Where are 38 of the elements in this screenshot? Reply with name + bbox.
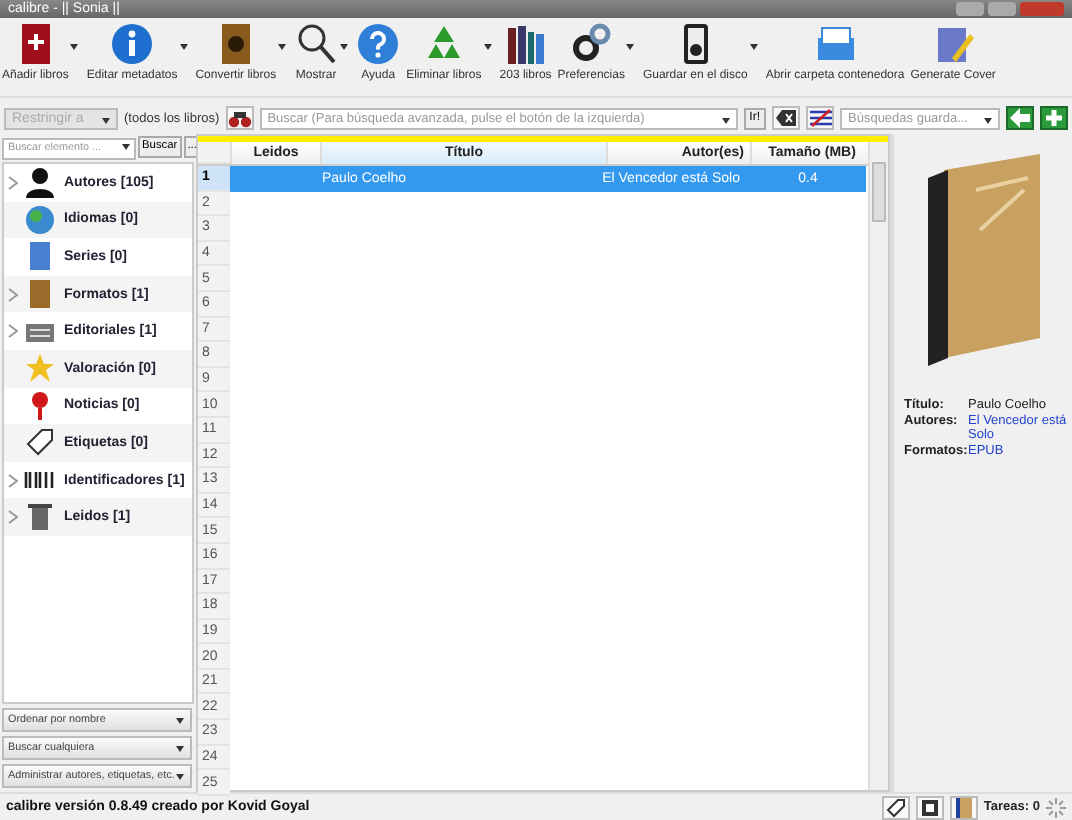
highlight-toggle-button[interactable] [806, 106, 834, 130]
binoculars-icon [227, 109, 252, 127]
dropdown-arrow-icon[interactable] [749, 43, 758, 49]
dropdown-arrow-icon[interactable] [70, 43, 79, 49]
spinner-icon [1046, 797, 1066, 817]
magnifier-icon [294, 22, 339, 66]
advanced-search-button[interactable] [225, 106, 254, 130]
column-icon [24, 501, 56, 534]
cover-grid-button[interactable] [915, 795, 944, 819]
clear-icon [776, 110, 796, 126]
header-corner [198, 142, 230, 164]
book-details-button[interactable] [949, 795, 978, 819]
dropdown-arrow-icon[interactable] [278, 43, 287, 49]
dropdown-arrow-icon[interactable] [179, 43, 188, 49]
star-icon [24, 352, 56, 385]
book-icon [24, 240, 56, 273]
clear-search-button[interactable] [772, 106, 800, 130]
globe-icon [24, 203, 56, 236]
book-icon [24, 278, 56, 311]
arrow-icon [1010, 108, 1030, 128]
delete-search-button[interactable] [1040, 106, 1068, 130]
person-icon [24, 166, 56, 199]
help-icon [356, 22, 401, 66]
grid-icon [919, 797, 940, 817]
plus-icon [1044, 108, 1064, 128]
dropdown-arrow-icon[interactable] [122, 144, 130, 150]
scrollbar[interactable] [868, 142, 888, 790]
tag-browser-toggle-button[interactable] [881, 795, 910, 819]
tag-icon [885, 797, 906, 817]
save-search-button[interactable] [1006, 106, 1034, 130]
dropdown-arrow-icon[interactable] [340, 43, 349, 49]
dropdown-arrow-icon[interactable] [626, 43, 635, 49]
folder-icon [813, 22, 858, 66]
dropdown-arrow-icon[interactable] [483, 43, 492, 49]
striped-icon [809, 108, 831, 128]
books-icon [503, 22, 548, 66]
info-icon [110, 22, 155, 66]
book-icon [953, 797, 974, 817]
